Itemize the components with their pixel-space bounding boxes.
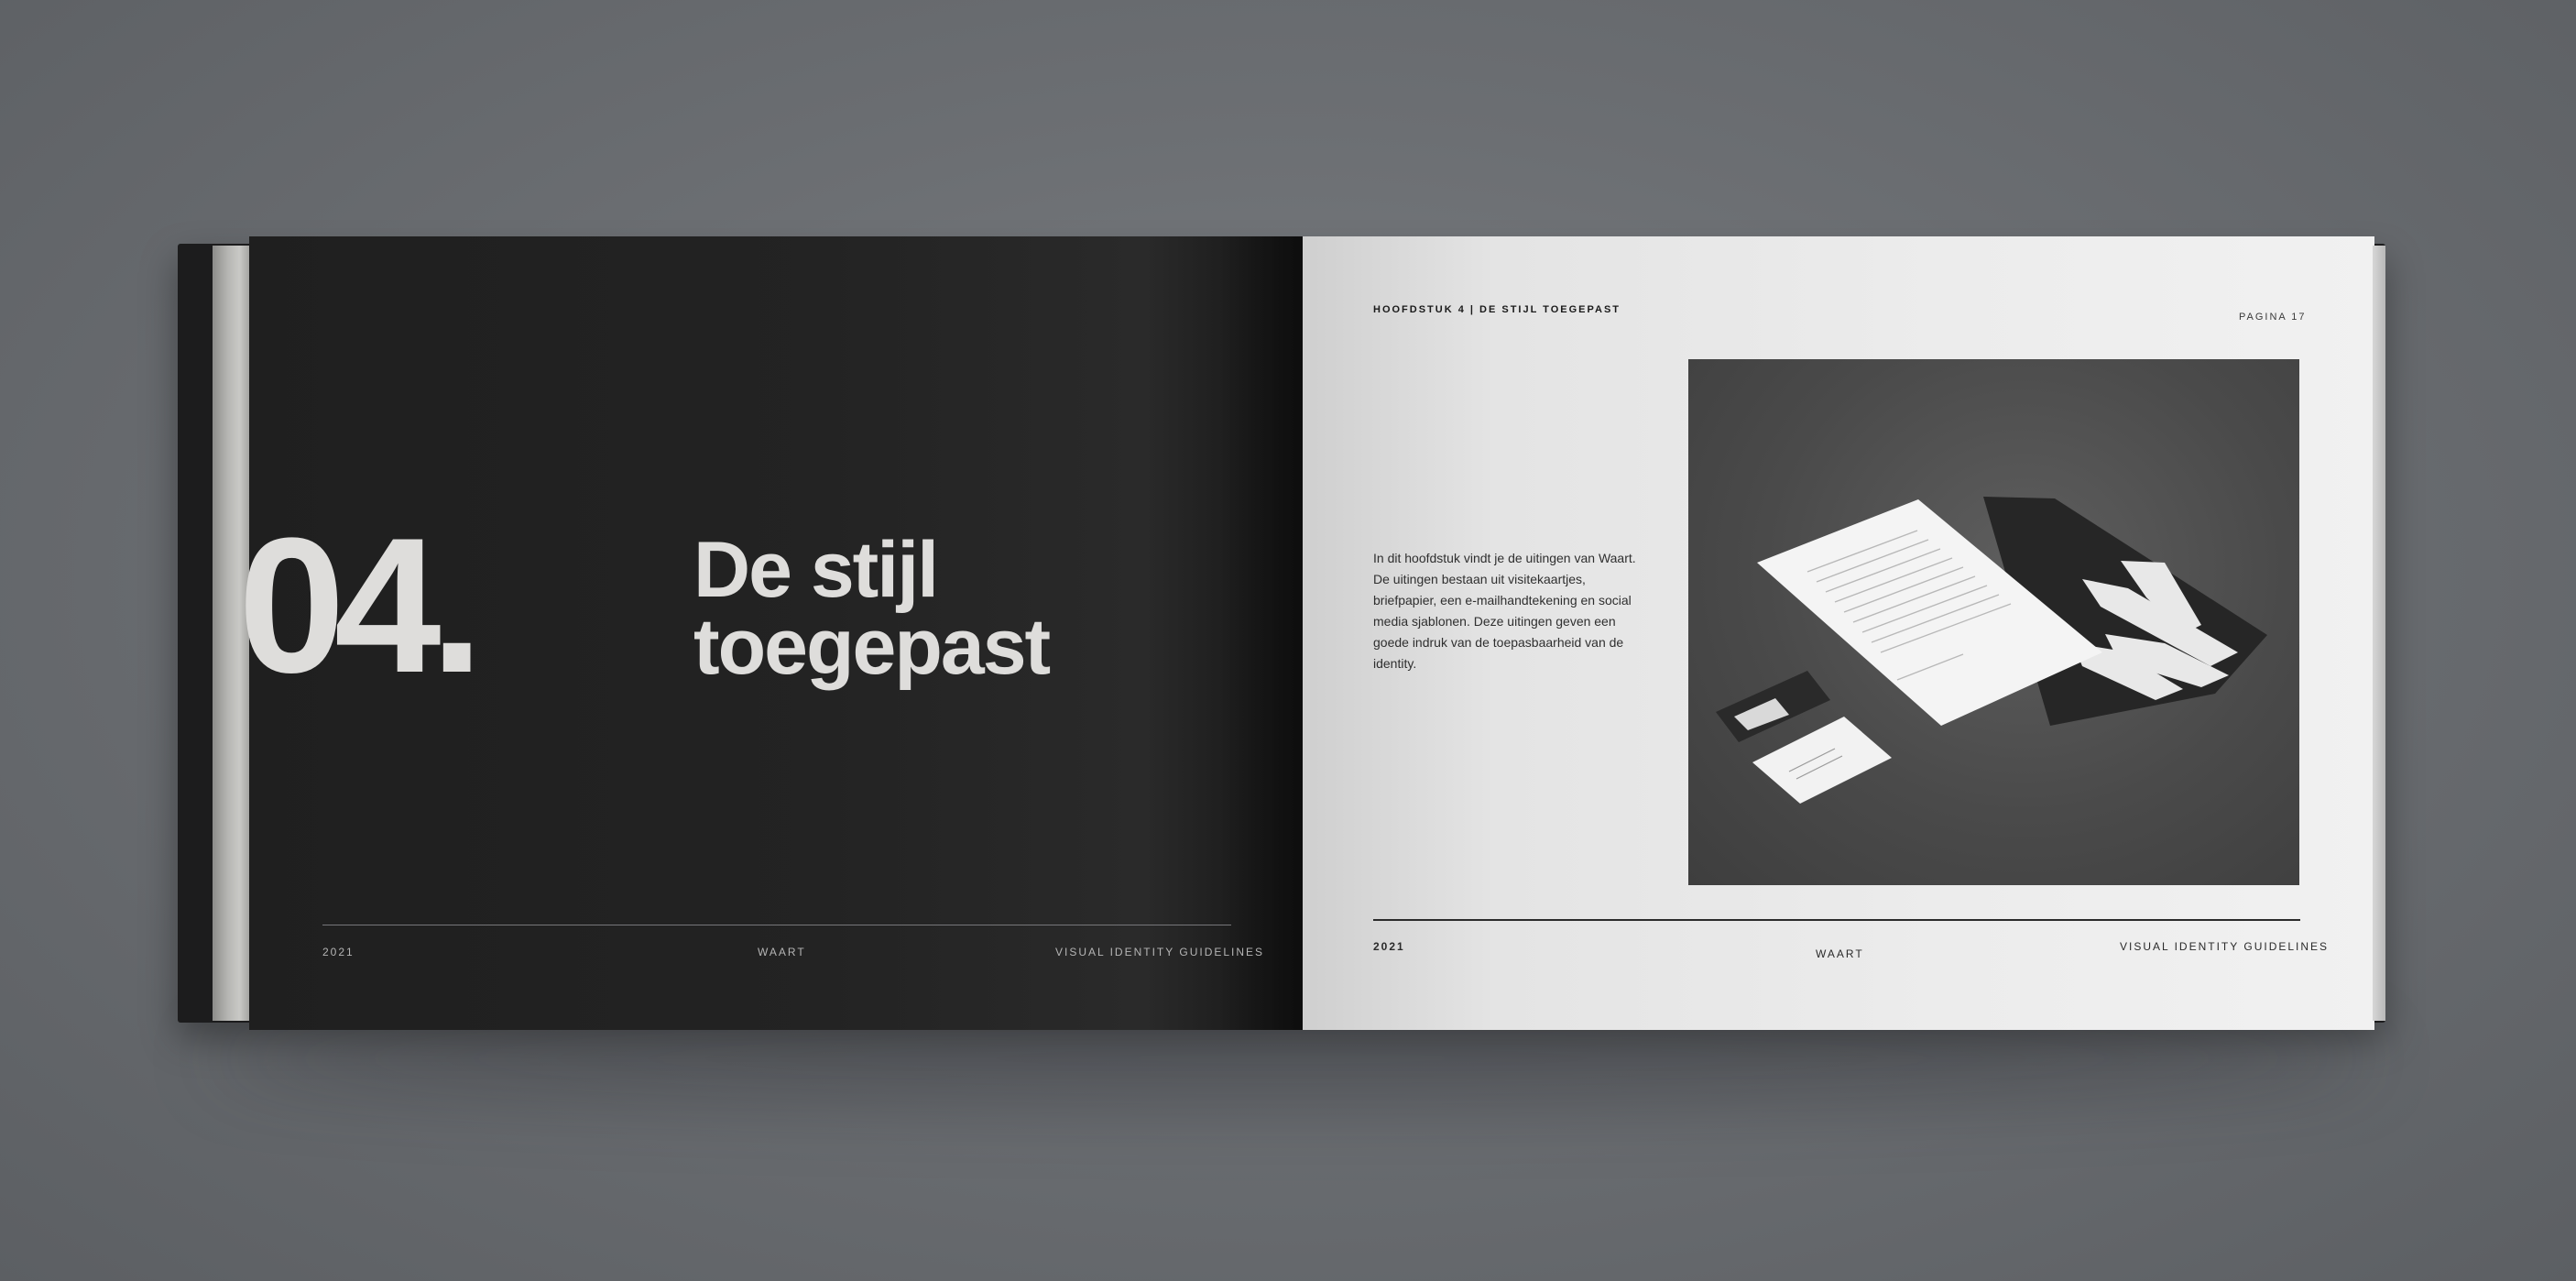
chapter-number: 04. [238, 498, 484, 713]
stationery-mockup-photo [1688, 359, 2299, 885]
chapter-title-line-2: toegepast [693, 603, 1051, 691]
right-footer-rule [1373, 919, 2300, 921]
right-footer-year: 2021 [1373, 940, 1405, 953]
left-footer-brand: WAART [758, 946, 806, 958]
business-card-front [1752, 717, 1892, 804]
chapter-title: De stijl toegepast [693, 526, 1243, 691]
right-footer-brand: WAART [1816, 947, 1864, 960]
running-header-title: HOOFDSTUK 4 | DE STIJL TOEGEPAST [1373, 304, 1621, 315]
chapter-intro-paragraph: In dit hoofdstuk vindt je de uitingen va… [1373, 551, 1636, 671]
chapter-title-line-1: De stijl [693, 526, 939, 614]
open-brochure: 04. De stijl toegepast 2021 WAART VISUAL… [0, 0, 2576, 1281]
stationery-mockup-illustration [1716, 497, 2267, 804]
left-footer-label: VISUAL IDENTITY GUIDELINES [1055, 946, 1265, 958]
left-footer-year: 2021 [322, 946, 355, 958]
running-header-page-number: PAGINA 17 [2239, 312, 2307, 323]
right-footer-label: VISUAL IDENTITY GUIDELINES [2120, 940, 2330, 953]
right-page-edge [2373, 246, 2385, 1021]
